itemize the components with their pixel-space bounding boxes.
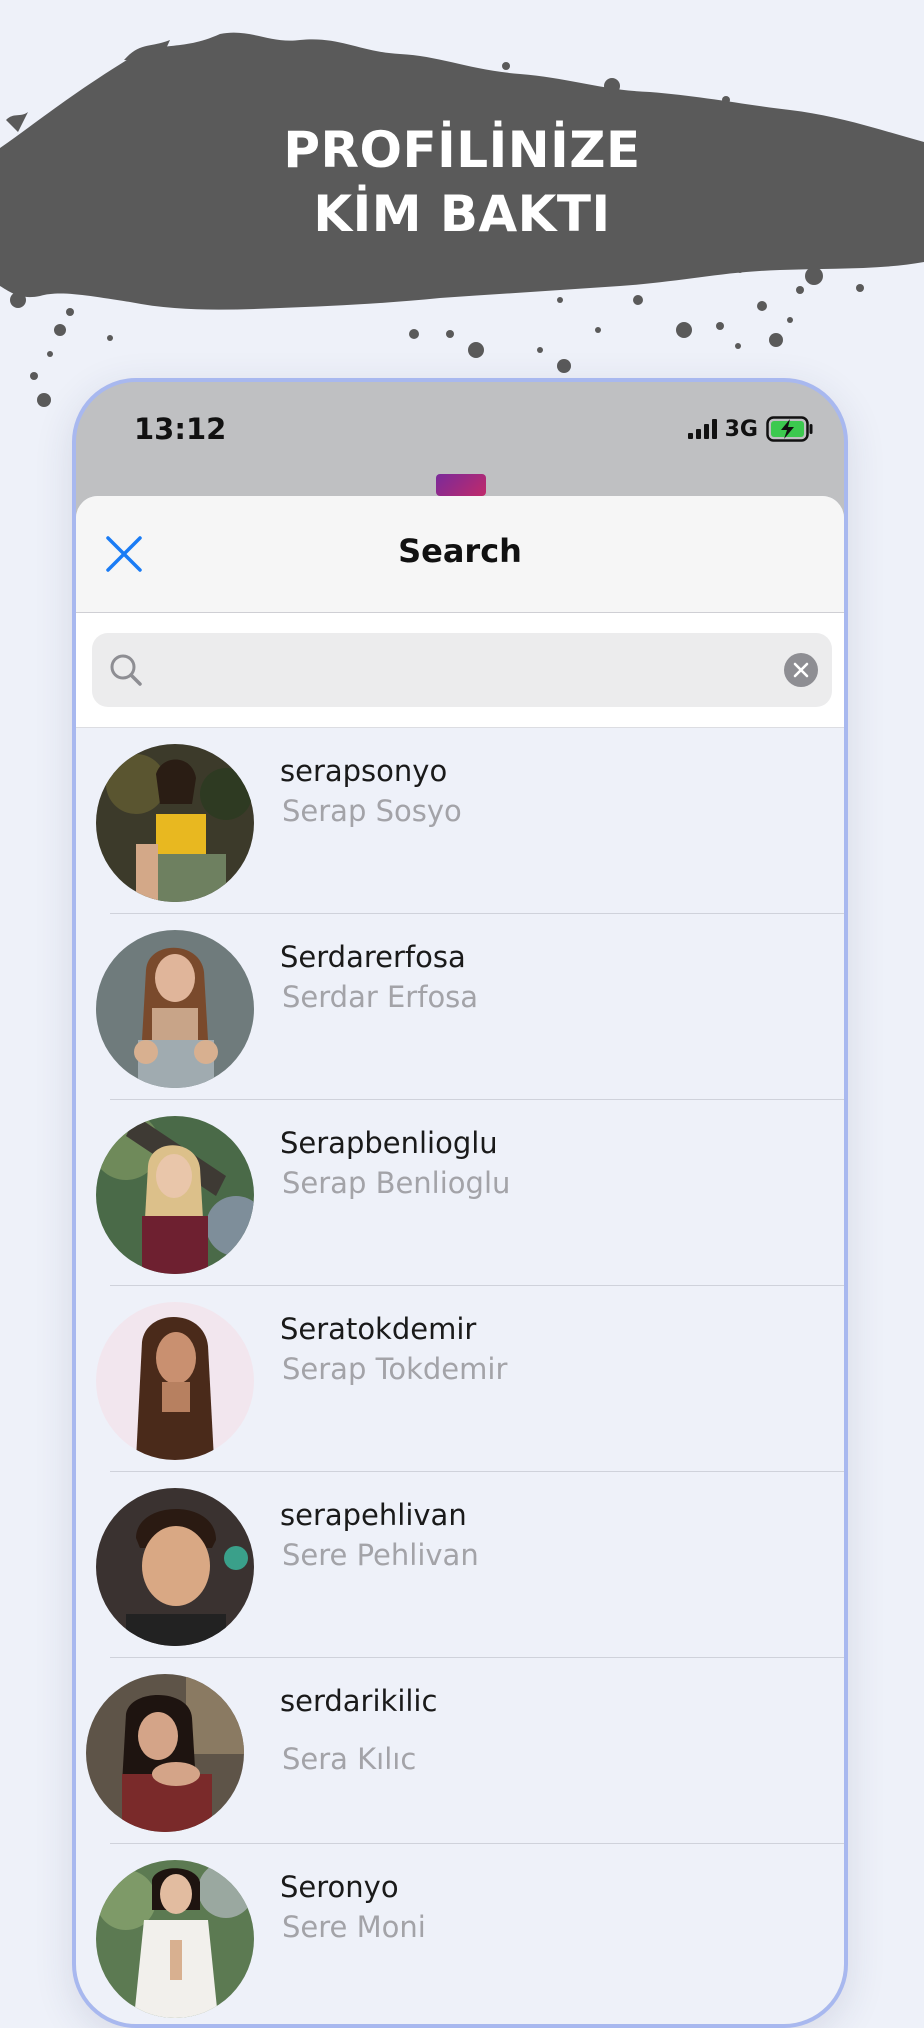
result-row[interactable]: serapsonyo Serap Sosyo [76, 728, 844, 914]
result-username: Seronyo [280, 1870, 399, 1904]
avatar [96, 1488, 254, 1646]
headline-line-2: KİM BAKTI [313, 185, 611, 243]
result-full-name: Serap Benlioglu [282, 1166, 511, 1200]
app-icon [436, 474, 486, 496]
avatar [96, 930, 254, 1088]
network-label: 3G [724, 416, 758, 442]
result-full-name: Sera Kılıc [282, 1742, 417, 1776]
clear-search-button[interactable] [784, 653, 818, 687]
promo-banner: PROFİLİNİZE KİM BAKTI [0, 0, 924, 420]
search-input[interactable] [156, 633, 760, 709]
result-username: serapsonyo [280, 754, 448, 788]
result-row[interactable]: Serdarerfosa Serdar Erfosa [76, 914, 844, 1100]
sheet-header: Search [76, 496, 844, 613]
search-bar-container [76, 613, 844, 728]
result-row[interactable]: Seronyo Sere Moni [76, 1844, 844, 2024]
avatar [96, 744, 254, 902]
battery-charging-icon [766, 416, 813, 442]
search-field[interactable] [92, 633, 832, 709]
phone-frame: 13:12 3G Search serapsonyo Serap Sosyo S… [72, 378, 848, 2028]
result-username: serapehlivan [280, 1498, 467, 1532]
avatar [96, 1116, 254, 1274]
signal-icon [687, 419, 717, 439]
headline-line-1: PROFİLİNİZE [283, 121, 641, 179]
result-full-name: Serdar Erfosa [282, 980, 479, 1014]
result-username: serdarikilic [280, 1684, 438, 1718]
result-full-name: Serap Tokdemir [282, 1352, 508, 1386]
status-bar: 13:12 3G [76, 382, 844, 502]
result-row[interactable]: Serapbenlioglu Serap Benlioglu [76, 1100, 844, 1286]
result-full-name: Sere Pehlivan [282, 1538, 479, 1572]
avatar [86, 1674, 244, 1832]
result-username: Seratokdemir [280, 1312, 477, 1346]
result-full-name: Serap Sosyo [282, 794, 462, 828]
avatar [96, 1302, 254, 1460]
clear-icon [793, 662, 809, 678]
result-username: Serapbenlioglu [280, 1126, 498, 1160]
result-row[interactable]: serapehlivan Sere Pehlivan [76, 1472, 844, 1658]
search-sheet: Search serapsonyo Serap Sosyo Serdarerfo… [76, 496, 844, 2024]
search-icon [110, 654, 142, 686]
status-time: 13:12 [134, 412, 227, 446]
promo-headline: PROFİLİNİZE KİM BAKTI [0, 118, 924, 246]
sheet-title: Search [398, 532, 522, 570]
status-indicators: 3G [687, 416, 814, 442]
result-row[interactable]: serdarikilic Sera Kılıc [76, 1658, 844, 1844]
search-results-list: serapsonyo Serap Sosyo Serdarerfosa Serd… [76, 728, 844, 2024]
result-full-name: Sere Moni [282, 1910, 426, 1944]
result-row[interactable]: Seratokdemir Serap Tokdemir [76, 1286, 844, 1472]
avatar [96, 1860, 254, 2018]
result-username: Serdarerfosa [280, 940, 466, 974]
